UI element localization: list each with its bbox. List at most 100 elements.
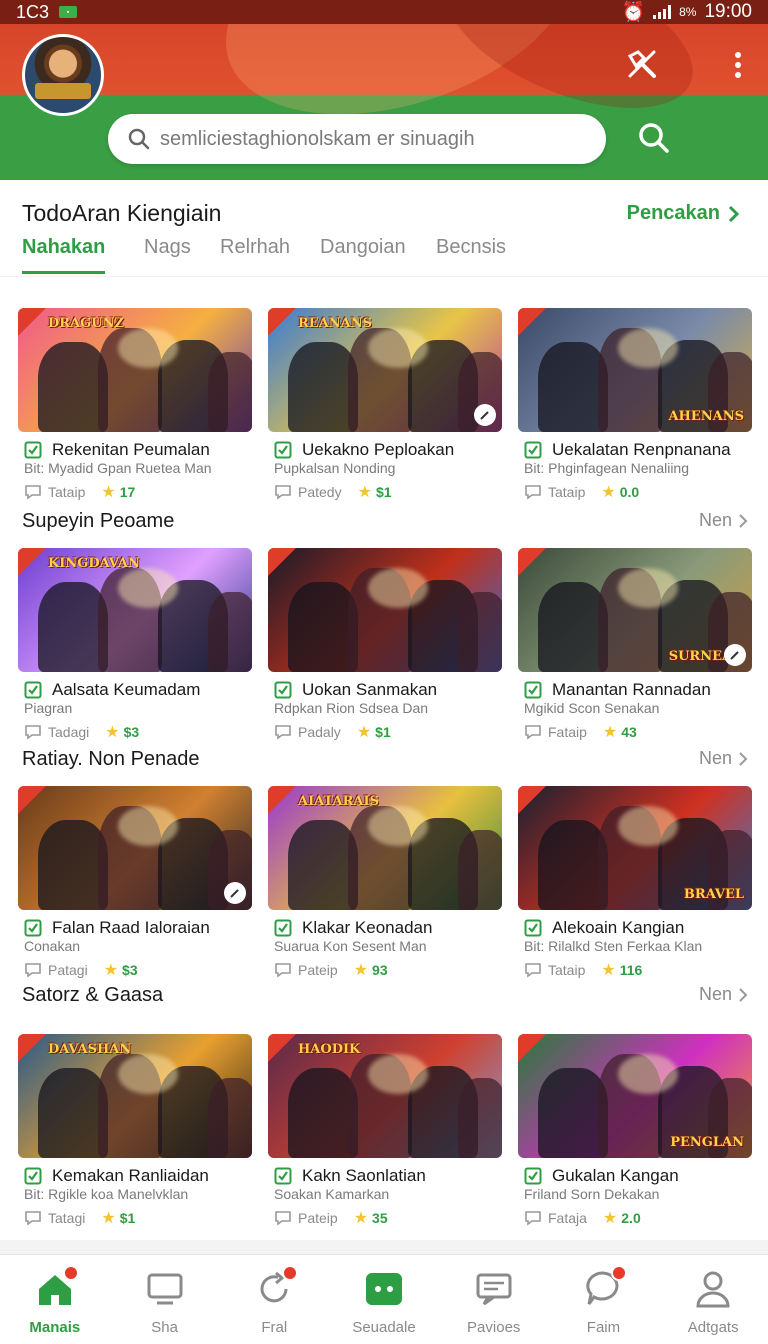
- card-meta: Tataip ★ 17: [24, 482, 135, 502]
- comment-icon: [25, 1211, 41, 1226]
- card-meta-label: Fataip: [548, 724, 587, 740]
- nav-item-profile[interactable]: Adtgats: [658, 1255, 768, 1344]
- search-bar[interactable]: [108, 114, 606, 164]
- game-card[interactable]: AIATARAIS Klakar Keonadan Suarua Kon Sesen…: [268, 786, 502, 979]
- game-card[interactable]: Uokan Sanmakan Rdpkan Rion Sdsea Dan Padal…: [268, 548, 502, 741]
- star-icon: ★: [601, 484, 616, 501]
- card-title: Manantan Rannadan: [552, 680, 711, 699]
- card-subtitle: Friland Sorn Dekakan: [524, 1186, 660, 1202]
- edit-icon[interactable]: [724, 644, 746, 666]
- game-card[interactable]: BRAVEL Alekoain Kangian Bit: Rilalkd Sten …: [518, 786, 752, 979]
- light-burst: [118, 806, 178, 846]
- star-icon: ★: [101, 484, 116, 501]
- tab-dangoian[interactable]: Dangoian: [320, 232, 406, 274]
- card-title-row: Rekenitan Peumalan: [24, 440, 210, 460]
- nav-item-home[interactable]: Manais: [0, 1255, 110, 1344]
- search-button-icon[interactable]: [636, 120, 672, 156]
- game-card[interactable]: PENGLAN Gukalan Kangan Friland Sorn Dekaka…: [518, 1034, 752, 1227]
- nav-item-bubble[interactable]: Faim: [549, 1255, 659, 1344]
- comment-icon: [525, 485, 541, 500]
- section-more-link[interactable]: Nen: [699, 510, 748, 531]
- card-meta-label: Patagi: [48, 962, 88, 978]
- game-thumbnail[interactable]: BRAVEL: [518, 786, 752, 910]
- comment-icon: [275, 725, 291, 740]
- tab-nags[interactable]: Nags: [144, 232, 191, 274]
- verified-check-icon: [274, 681, 292, 699]
- nav-item-chat-box[interactable]: Seuadale: [329, 1255, 439, 1344]
- game-thumbnail[interactable]: [268, 548, 502, 672]
- game-card[interactable]: KINGDAVAN Aalsata Keumadam Piagran Tadagi ★ $…: [18, 548, 252, 741]
- search-input[interactable]: [160, 127, 588, 151]
- card-title: Falan Raad Ialoraian: [52, 918, 210, 937]
- tools-off-icon[interactable]: [624, 46, 660, 82]
- section-more-link[interactable]: Nen: [699, 984, 748, 1005]
- card-subtitle: Bit: Myadid Gpan Ruetea Man: [24, 460, 212, 476]
- see-all-label: Pencakan: [626, 202, 720, 224]
- game-thumbnail[interactable]: KINGDAVAN: [18, 548, 252, 672]
- corner-ribbon: [518, 308, 546, 336]
- chevron-right-icon: [739, 751, 748, 766]
- light-burst: [118, 1054, 178, 1094]
- game-thumbnail[interactable]: PENGLAN: [518, 1034, 752, 1158]
- section-more-label: Nen: [698, 748, 732, 768]
- card-rating-value: 35: [372, 1210, 388, 1226]
- alarm-icon: ⏰: [621, 2, 646, 23]
- game-card[interactable]: Falan Raad Ialoraian Conakan Patagi ★ $3: [18, 786, 252, 979]
- comment-icon: [525, 725, 541, 740]
- nav-item-message[interactable]: Pavioes: [439, 1255, 549, 1344]
- game-thumbnail[interactable]: [18, 786, 252, 910]
- notification-badge: [282, 1265, 299, 1281]
- card-rating: ★ 43: [603, 722, 637, 742]
- game-thumbnail[interactable]: AHENANS: [518, 308, 752, 432]
- nav-item-refresh[interactable]: Fral: [219, 1255, 329, 1344]
- card-title-row: Gukalan Kangan: [524, 1166, 679, 1186]
- game-card[interactable]: SURNEAN Manantan Rannadan Mgikid Scon Sena…: [518, 548, 752, 741]
- home-icon: [35, 1265, 79, 1309]
- battery-text: 8%: [679, 5, 697, 19]
- character-figure: [208, 592, 252, 672]
- tab-relrhah[interactable]: Relrhah: [220, 232, 290, 274]
- card-title-row: Manantan Rannadan: [524, 680, 711, 700]
- game-thumbnail[interactable]: AIATARAIS: [268, 786, 502, 910]
- game-thumbnail[interactable]: SURNEAN: [518, 548, 752, 672]
- game-card[interactable]: DAVASHAN Kemakan Ranliaidan Bit: Rgikle ko…: [18, 1034, 252, 1227]
- card-rating-value: 2.0: [621, 1210, 641, 1226]
- card-subtitle: Pupkalsan Nonding: [274, 460, 396, 476]
- card-meta-label: Patedy: [298, 484, 342, 500]
- nav-item-tv[interactable]: Sha: [110, 1255, 220, 1344]
- game-thumbnail[interactable]: REANANS: [268, 308, 502, 432]
- card-rating-value: 17: [119, 484, 136, 500]
- light-burst: [618, 1054, 678, 1094]
- game-card[interactable]: AHENANS Uekalatan Renpnanana Bit: Phginfag…: [518, 308, 752, 501]
- search-icon: [128, 128, 150, 150]
- game-card[interactable]: HAODIK Kakn Saonlatian Soakan Kamarkan Pate…: [268, 1034, 502, 1227]
- verified-check-icon: [274, 1167, 292, 1185]
- verified-check-icon: [24, 919, 42, 937]
- game-thumbnail[interactable]: DAVASHAN: [18, 1034, 252, 1158]
- edit-icon[interactable]: [224, 882, 246, 904]
- avatar[interactable]: [22, 34, 104, 116]
- edit-icon[interactable]: [474, 404, 496, 426]
- card-title-row: Klakar Keonadan: [274, 918, 432, 938]
- more-options-icon[interactable]: [726, 48, 750, 84]
- card-subtitle: Soakan Kamarkan: [274, 1186, 390, 1202]
- card-meta-label: Tadagi: [48, 724, 90, 740]
- section-more-link[interactable]: Nen: [699, 748, 748, 769]
- tab-nahakan[interactable]: Nahakan: [22, 232, 106, 274]
- see-all-link[interactable]: Pencakan: [627, 202, 740, 225]
- game-thumbnail[interactable]: HAODIK: [268, 1034, 502, 1158]
- game-card[interactable]: REANANS Uekakno Peploakan Pupkalsan Nondin…: [268, 308, 502, 501]
- corner-ribbon: [268, 548, 296, 576]
- verified-check-icon: [524, 441, 542, 459]
- notification-badge: [62, 1265, 79, 1281]
- card-meta: Tadagi ★ $3: [24, 722, 139, 742]
- star-icon: ★: [353, 962, 369, 979]
- star-icon: ★: [101, 1210, 116, 1227]
- comment-icon: [25, 963, 41, 978]
- light-burst: [618, 328, 678, 368]
- game-thumbnail[interactable]: DRAGUNZ: [18, 308, 252, 432]
- card-rating-value: 0.0: [619, 484, 640, 500]
- game-card[interactable]: DRAGUNZ Rekenitan Peumalan Bit: Myadid Gpa…: [18, 308, 252, 501]
- tab-becnsis[interactable]: Becnsis: [436, 232, 506, 274]
- game-logo: HAODIK: [298, 1042, 361, 1057]
